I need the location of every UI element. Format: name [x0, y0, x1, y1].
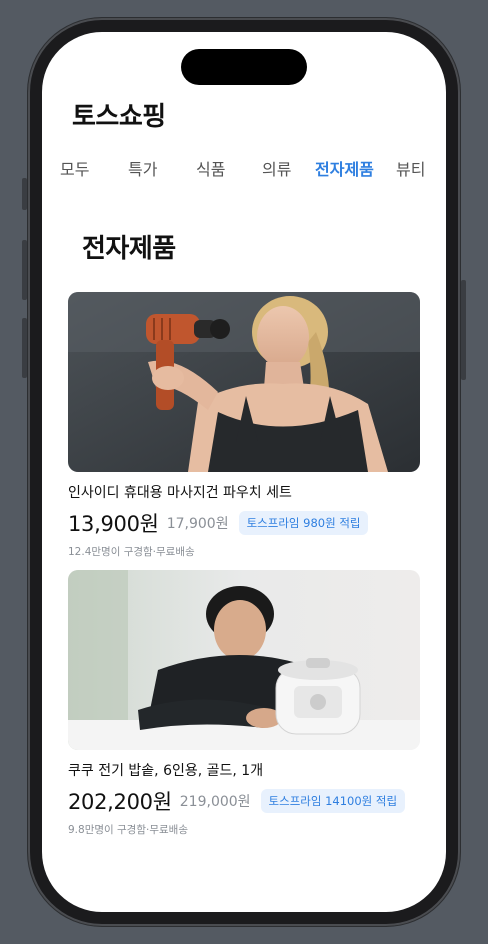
rice-cooker-photo[interactable] — [68, 570, 420, 750]
price-row: 202,200원 219,000원 토스프라임 14100원 적립 — [68, 786, 420, 816]
tab-clothing[interactable]: 의류 — [262, 156, 291, 180]
phone-frame: 토스쇼핑 모두 특가 식품 의류 전자제품 뷰티 전자제품 인사이디 휴대용 마… — [28, 18, 460, 926]
product-card[interactable]: 쿠쿠 전기 밥솥, 6인용, 골드, 1개 202,200원 219,000원 … — [68, 570, 420, 837]
dynamic-island — [181, 49, 307, 85]
product-card[interactable]: 인사이디 휴대용 마사지건 파우치 세트 13,900원 17,900원 토스프… — [68, 292, 420, 559]
price-row: 13,900원 17,900원 토스프라임 980원 적립 — [68, 508, 420, 538]
tab-beauty[interactable]: 뷰티 — [396, 156, 425, 180]
product-meta: 9.8만명이 구경함·무료배송 — [68, 824, 188, 836]
volume-down-button — [22, 318, 27, 378]
tab-all[interactable]: 모두 — [60, 156, 89, 180]
original-price: 17,900원 — [166, 516, 229, 532]
mute-switch — [22, 178, 27, 210]
app-screen: 토스쇼핑 모두 특가 식품 의류 전자제품 뷰티 전자제품 인사이디 휴대용 마… — [42, 32, 446, 912]
tab-deals[interactable]: 특가 — [128, 156, 157, 180]
section-title: 전자제품 — [82, 234, 176, 264]
massage-gun-photo[interactable] — [68, 292, 420, 472]
product-title[interactable]: 인사이디 휴대용 마사지건 파우치 세트 — [68, 482, 420, 502]
original-price: 219,000원 — [179, 794, 251, 810]
app-title: 토스쇼핑 — [72, 102, 166, 132]
category-tabs: 모두 특가 식품 의류 전자제품 뷰티 — [42, 156, 446, 186]
product-meta: 12.4만명이 구경함·무료배송 — [68, 546, 195, 558]
reward-badge: 토스프라임 14100원 적립 — [260, 789, 406, 813]
volume-up-button — [22, 240, 27, 300]
sale-price: 13,900원 — [68, 512, 159, 536]
product-title[interactable]: 쿠쿠 전기 밥솥, 6인용, 골드, 1개 — [68, 760, 420, 780]
tab-food[interactable]: 식품 — [196, 156, 225, 180]
reward-badge: 토스프라임 980원 적립 — [238, 511, 369, 535]
sale-price: 202,200원 — [68, 790, 172, 814]
tab-electronics[interactable]: 전자제품 — [315, 156, 374, 180]
power-button — [461, 280, 466, 380]
